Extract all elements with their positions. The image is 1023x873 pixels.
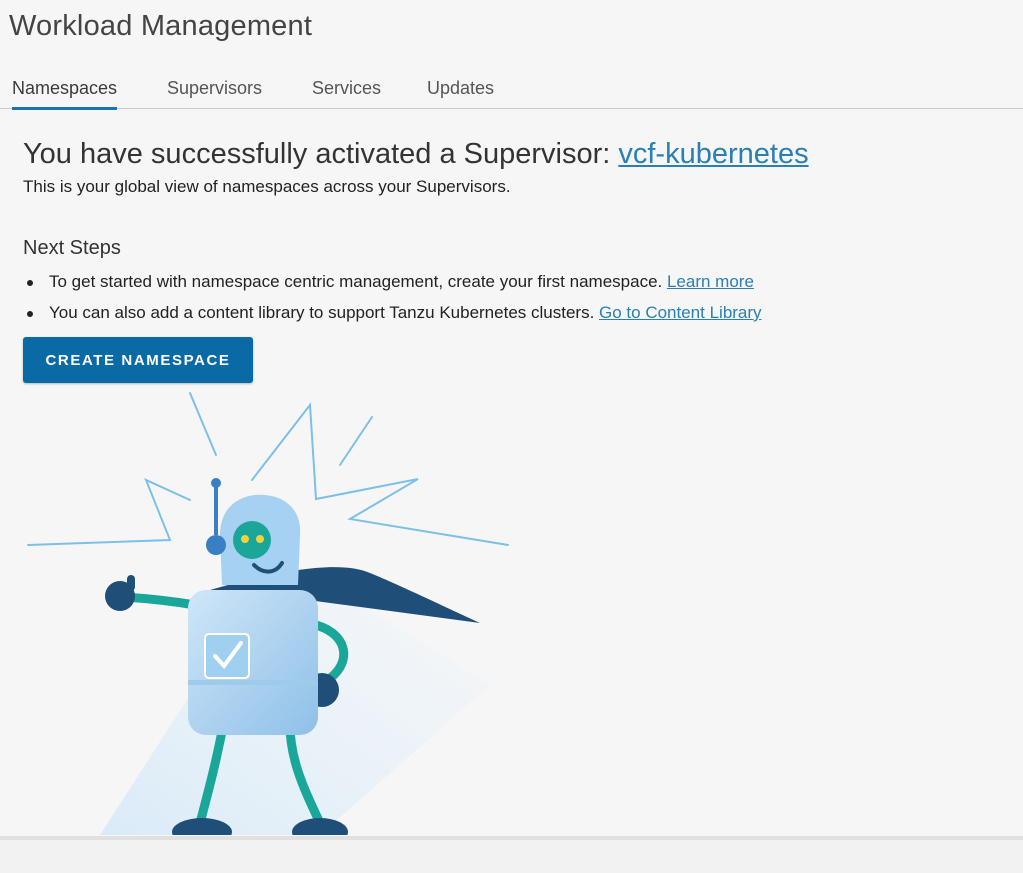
success-headline: You have successfully activated a Superv… [23, 138, 809, 171]
next-steps-heading: Next Steps [23, 237, 121, 259]
supervisor-link[interactable]: vcf-kubernetes [618, 138, 808, 170]
tab-bar: Namespaces Supervisors Services Updates [0, 72, 1023, 110]
global-view-subtitle: This is your global view of namespaces a… [23, 177, 511, 196]
footer-bar [0, 836, 1023, 873]
step-text: You can also add a content library to su… [49, 303, 600, 322]
tab-namespaces[interactable]: Namespaces [12, 78, 118, 110]
learn-more-link[interactable]: Learn more [667, 272, 754, 291]
robot-hero-icon [27, 392, 509, 835]
headline-text: You have successfully activated a Superv… [23, 138, 619, 170]
content-library-link[interactable]: Go to Content Library [599, 303, 762, 322]
tab-supervisors[interactable]: Supervisors [167, 78, 262, 107]
page-title: Workload Management [9, 10, 313, 42]
tab-updates[interactable]: Updates [427, 78, 494, 107]
list-item: You can also add a content library to su… [23, 300, 762, 331]
next-steps-list: To get started with namespace centric ma… [23, 269, 762, 331]
tab-services[interactable]: Services [312, 78, 381, 107]
step-text: To get started with namespace centric ma… [49, 272, 667, 291]
list-item: To get started with namespace centric ma… [23, 269, 762, 300]
create-namespace-button[interactable]: CREATE NAMESPACE [23, 337, 253, 383]
